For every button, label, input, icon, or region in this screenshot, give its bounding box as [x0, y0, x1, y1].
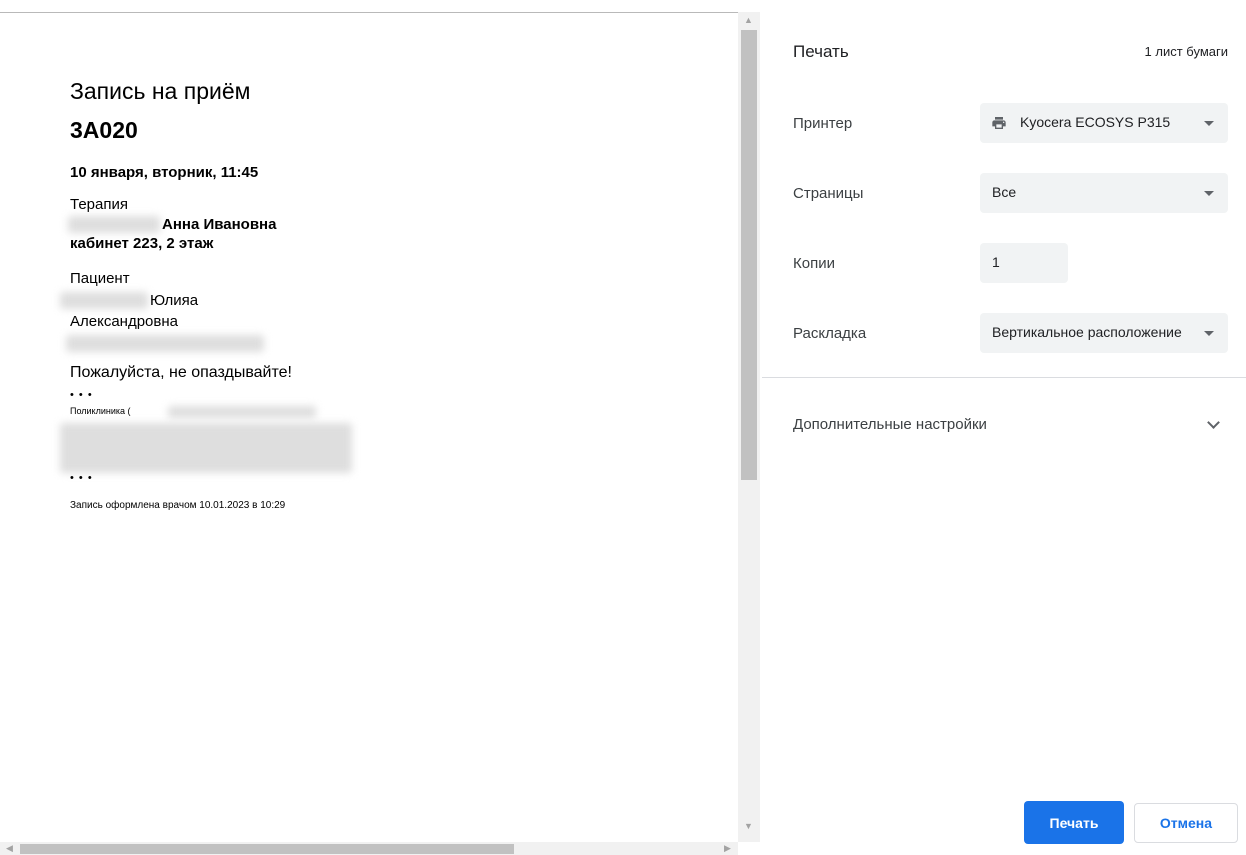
chevron-down-icon[interactable]	[1207, 416, 1220, 429]
copies-value: 1	[992, 254, 1000, 270]
patient-first-name: Юлияа	[150, 292, 199, 309]
footer-text: Запись оформлена врачом 10.01.2023 в 10:…	[70, 500, 286, 511]
document-title: Запись на приём	[70, 78, 251, 104]
dropdown-arrow-icon	[1204, 191, 1214, 196]
print-button[interactable]: Печать	[1024, 801, 1124, 844]
patient-middle-name: Александровна	[70, 313, 178, 330]
dropdown-arrow-icon	[1204, 331, 1214, 336]
copies-input[interactable]: 1	[980, 243, 1068, 283]
scroll-up-arrow-icon[interactable]: ▲	[744, 16, 753, 25]
redacted-doctor-surname	[68, 216, 160, 233]
separator-dots: • • •	[70, 472, 93, 484]
cancel-button[interactable]: Отмена	[1134, 803, 1238, 843]
settings-title: Печать	[793, 42, 849, 61]
appointment-datetime: 10 января, вторник, 11:45	[70, 164, 259, 181]
specialty: Терапия	[70, 196, 128, 213]
clinic-name: Поликлиника (	[70, 406, 131, 416]
vertical-scrollbar-thumb[interactable]	[741, 30, 757, 480]
pages-label: Страницы	[793, 185, 864, 202]
notice-text: Пожалуйста, не опаздывайте!	[70, 364, 292, 381]
scroll-down-arrow-icon[interactable]: ▼	[744, 822, 753, 831]
redacted-patient-info	[66, 335, 264, 352]
layout-select[interactable]: Вертикальное расположение	[980, 313, 1228, 353]
pages-value: Все	[992, 184, 1017, 200]
scroll-left-arrow-icon[interactable]: ◀	[6, 844, 13, 853]
printer-value: Kyocera ECOSYS P315	[1020, 114, 1171, 130]
pages-select[interactable]: Все	[980, 173, 1228, 213]
copies-label: Копии	[793, 255, 835, 272]
print-settings-pane: Печать 1 лист бумаги Принтер Kyocera ECO…	[762, 0, 1246, 855]
doctor-name: Анна Ивановна	[162, 216, 277, 233]
printer-icon	[992, 117, 1006, 129]
sheet-count: 1 лист бумаги	[1144, 44, 1228, 59]
separator-dots: • • •	[70, 389, 93, 401]
print-preview-pane: Запись на приём 3А020 10 января, вторник…	[0, 0, 762, 855]
patient-label: Пациент	[70, 270, 130, 287]
printer-select[interactable]: Kyocera ECOSYS P315	[980, 103, 1228, 143]
dropdown-arrow-icon	[1204, 121, 1214, 126]
printer-label: Принтер	[793, 115, 853, 132]
layout-value: Вертикальное расположение	[992, 324, 1182, 340]
appointment-code: 3А020	[70, 117, 138, 143]
horizontal-scrollbar-thumb[interactable]	[20, 844, 514, 854]
section-divider	[762, 377, 1246, 378]
redacted-clinic-name	[168, 406, 316, 418]
redacted-patient-surname	[60, 292, 148, 309]
room-info: кабинет 223, 2 этаж	[70, 235, 214, 252]
scroll-right-arrow-icon[interactable]: ▶	[724, 844, 731, 853]
layout-label: Раскладка	[793, 325, 867, 342]
redacted-clinic-address	[60, 423, 352, 473]
advanced-settings-toggle[interactable]: Дополнительные настройки	[793, 416, 987, 433]
